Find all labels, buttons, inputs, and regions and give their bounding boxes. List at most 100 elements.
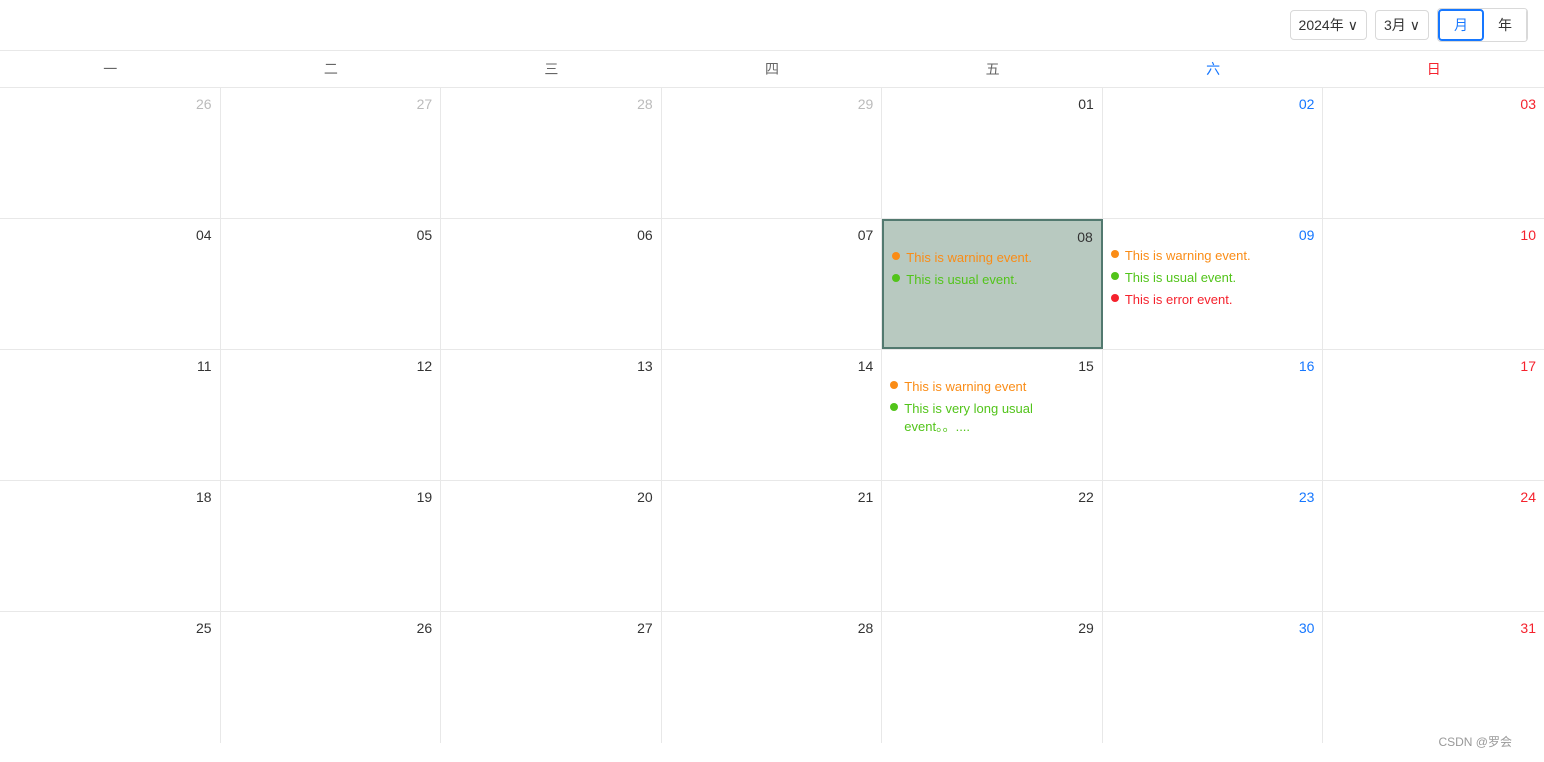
day-number: 04 bbox=[8, 227, 212, 243]
event-list: This is warning event. This is usual even… bbox=[1111, 247, 1315, 310]
calendar-cell-4-4[interactable]: 29 bbox=[882, 612, 1103, 743]
day-number: 29 bbox=[890, 620, 1094, 636]
calendar-cell-4-2[interactable]: 27 bbox=[441, 612, 662, 743]
year-select[interactable]: 2024年 ∨ bbox=[1290, 10, 1367, 40]
week-row-0: 26 27 28 29 01 02 03 bbox=[0, 88, 1544, 219]
weekday-sat: 六 bbox=[1103, 51, 1324, 87]
event-text: This is error event. bbox=[1125, 291, 1233, 309]
calendar-cell-1-6[interactable]: 10 bbox=[1323, 219, 1544, 349]
week-row-1: 0405060708This is warning event.This is … bbox=[0, 219, 1544, 350]
calendar-cell-1-0[interactable]: 04 bbox=[0, 219, 221, 349]
day-number: 27 bbox=[229, 96, 433, 112]
calendar-grid: 26 27 28 29 01 02 03 04 05 0607 08 This is warning … bbox=[0, 88, 1544, 743]
calendar-cell-0-0[interactable]: 26 bbox=[0, 88, 221, 218]
event-text: This is warning event. bbox=[906, 249, 1032, 267]
month-chevron-icon: ∨ bbox=[1410, 17, 1420, 34]
day-number: 27 bbox=[449, 620, 653, 636]
view-toggle: 月 年 bbox=[1437, 8, 1528, 42]
credit-text: CSDN @罗会 bbox=[1438, 735, 1512, 749]
weekday-tue: 二 bbox=[221, 51, 442, 87]
calendar-cell-1-5[interactable]: 09This is warning event.This is usual ev… bbox=[1103, 219, 1324, 349]
calendar-cell-4-3[interactable]: 28 bbox=[662, 612, 883, 743]
day-number: 28 bbox=[670, 620, 874, 636]
weekday-fri: 五 bbox=[882, 51, 1103, 87]
day-number: 23 bbox=[1111, 489, 1315, 505]
calendar-cell-2-3[interactable]: 14 bbox=[662, 350, 883, 480]
calendar-cell-0-2[interactable]: 28 bbox=[441, 88, 662, 218]
week-row-3: 18 19 20 2122 23 24 bbox=[0, 481, 1544, 612]
list-item[interactable]: This is warning event. bbox=[892, 249, 1093, 267]
calendar-cell-2-4[interactable]: 15 This is warning event This is very long… bbox=[882, 350, 1103, 480]
week-row-4: 2526 27 28 29 30 31 bbox=[0, 612, 1544, 743]
day-number: 10 bbox=[1331, 227, 1536, 243]
error-dot-icon bbox=[1111, 294, 1119, 302]
day-number: 17 bbox=[1331, 358, 1536, 374]
year-view-button[interactable]: 年 bbox=[1484, 9, 1527, 41]
usual-dot-icon bbox=[1111, 272, 1119, 280]
event-text: This is very long usual event。。.... bbox=[904, 400, 1094, 436]
day-number: 24 bbox=[1331, 489, 1536, 505]
calendar-cell-2-5[interactable]: 16 bbox=[1103, 350, 1324, 480]
day-number: 29 bbox=[670, 96, 874, 112]
calendar-cell-3-1[interactable]: 19 bbox=[221, 481, 442, 611]
event-text: This is warning event. bbox=[1125, 247, 1251, 265]
calendar-cell-0-6[interactable]: 03 bbox=[1323, 88, 1544, 218]
month-label: 3月 bbox=[1384, 15, 1406, 35]
day-number: 03 bbox=[1331, 96, 1536, 112]
calendar-cell-0-4[interactable]: 01 bbox=[882, 88, 1103, 218]
day-number: 20 bbox=[449, 489, 653, 505]
warning-dot-icon bbox=[1111, 250, 1119, 258]
calendar-cell-3-3[interactable]: 21 bbox=[662, 481, 883, 611]
list-item[interactable]: This is warning event. bbox=[1111, 247, 1315, 265]
day-number: 16 bbox=[1111, 358, 1315, 374]
calendar-cell-1-1[interactable]: 05 bbox=[221, 219, 442, 349]
event-text: This is warning event bbox=[904, 378, 1026, 396]
weekday-sun: 日 bbox=[1323, 51, 1544, 87]
calendar-cell-4-0[interactable]: 25 bbox=[0, 612, 221, 743]
day-number: 14 bbox=[670, 358, 874, 374]
day-number: 05 bbox=[229, 227, 433, 243]
calendar-cell-1-4[interactable]: 08 This is warning event. This is usual ev… bbox=[882, 219, 1103, 349]
day-number: 15 bbox=[890, 358, 1094, 374]
calendar-cell-4-1[interactable]: 26 bbox=[221, 612, 442, 743]
day-number: 31 bbox=[1331, 620, 1536, 636]
list-item[interactable]: This is usual event. bbox=[1111, 269, 1315, 287]
day-number: 11 bbox=[8, 358, 212, 374]
calendar-cell-2-2[interactable]: 13 bbox=[441, 350, 662, 480]
calendar-cell-3-5[interactable]: 23 bbox=[1103, 481, 1324, 611]
calendar-cell-1-2[interactable]: 06 bbox=[441, 219, 662, 349]
calendar-cell-2-6[interactable]: 17 bbox=[1323, 350, 1544, 480]
calendar-cell-0-3[interactable]: 29 bbox=[662, 88, 883, 218]
month-select[interactable]: 3月 ∨ bbox=[1375, 10, 1429, 40]
list-item[interactable]: This is usual event. bbox=[892, 271, 1093, 289]
month-view-button[interactable]: 月 bbox=[1438, 9, 1484, 41]
day-number: 02 bbox=[1111, 96, 1315, 112]
calendar-cell-2-1[interactable]: 12 bbox=[221, 350, 442, 480]
day-number: 26 bbox=[8, 96, 212, 112]
day-number: 18 bbox=[8, 489, 212, 505]
list-item[interactable]: This is error event. bbox=[1111, 291, 1315, 309]
calendar-header: 2024年 ∨ 3月 ∨ 月 年 bbox=[0, 0, 1544, 51]
list-item[interactable]: This is warning event bbox=[890, 378, 1094, 396]
calendar-cell-3-2[interactable]: 20 bbox=[441, 481, 662, 611]
scrollable-event-list[interactable]: This is warning event This is very long u… bbox=[890, 378, 1094, 441]
calendar-cell-1-3[interactable]: 07 bbox=[662, 219, 883, 349]
weekday-header: 一 二 三 四 五 六 日 bbox=[0, 51, 1544, 88]
calendar-cell-3-4[interactable]: 22 bbox=[882, 481, 1103, 611]
day-number: 12 bbox=[229, 358, 433, 374]
list-item[interactable]: This is very long usual event。。.... bbox=[890, 400, 1094, 436]
year-chevron-icon: ∨ bbox=[1348, 17, 1358, 34]
day-number: 08 bbox=[892, 229, 1093, 245]
day-number: 28 bbox=[449, 96, 653, 112]
calendar-cell-0-1[interactable]: 27 bbox=[221, 88, 442, 218]
calendar-cell-2-0[interactable]: 11 bbox=[0, 350, 221, 480]
calendar-cell-0-5[interactable]: 02 bbox=[1103, 88, 1324, 218]
calendar-cell-4-5[interactable]: 30 bbox=[1103, 612, 1324, 743]
calendar-footer: CSDN @罗会 bbox=[1422, 725, 1528, 758]
week-row-2: 11 12 13 14 15 This is warning event This is v… bbox=[0, 350, 1544, 481]
calendar-cell-3-0[interactable]: 18 bbox=[0, 481, 221, 611]
event-text: This is usual event. bbox=[1125, 269, 1236, 287]
calendar-cell-3-6[interactable]: 24 bbox=[1323, 481, 1544, 611]
calendar-cell-4-6[interactable]: 31 bbox=[1323, 612, 1544, 743]
usual-dot-icon bbox=[892, 274, 900, 282]
